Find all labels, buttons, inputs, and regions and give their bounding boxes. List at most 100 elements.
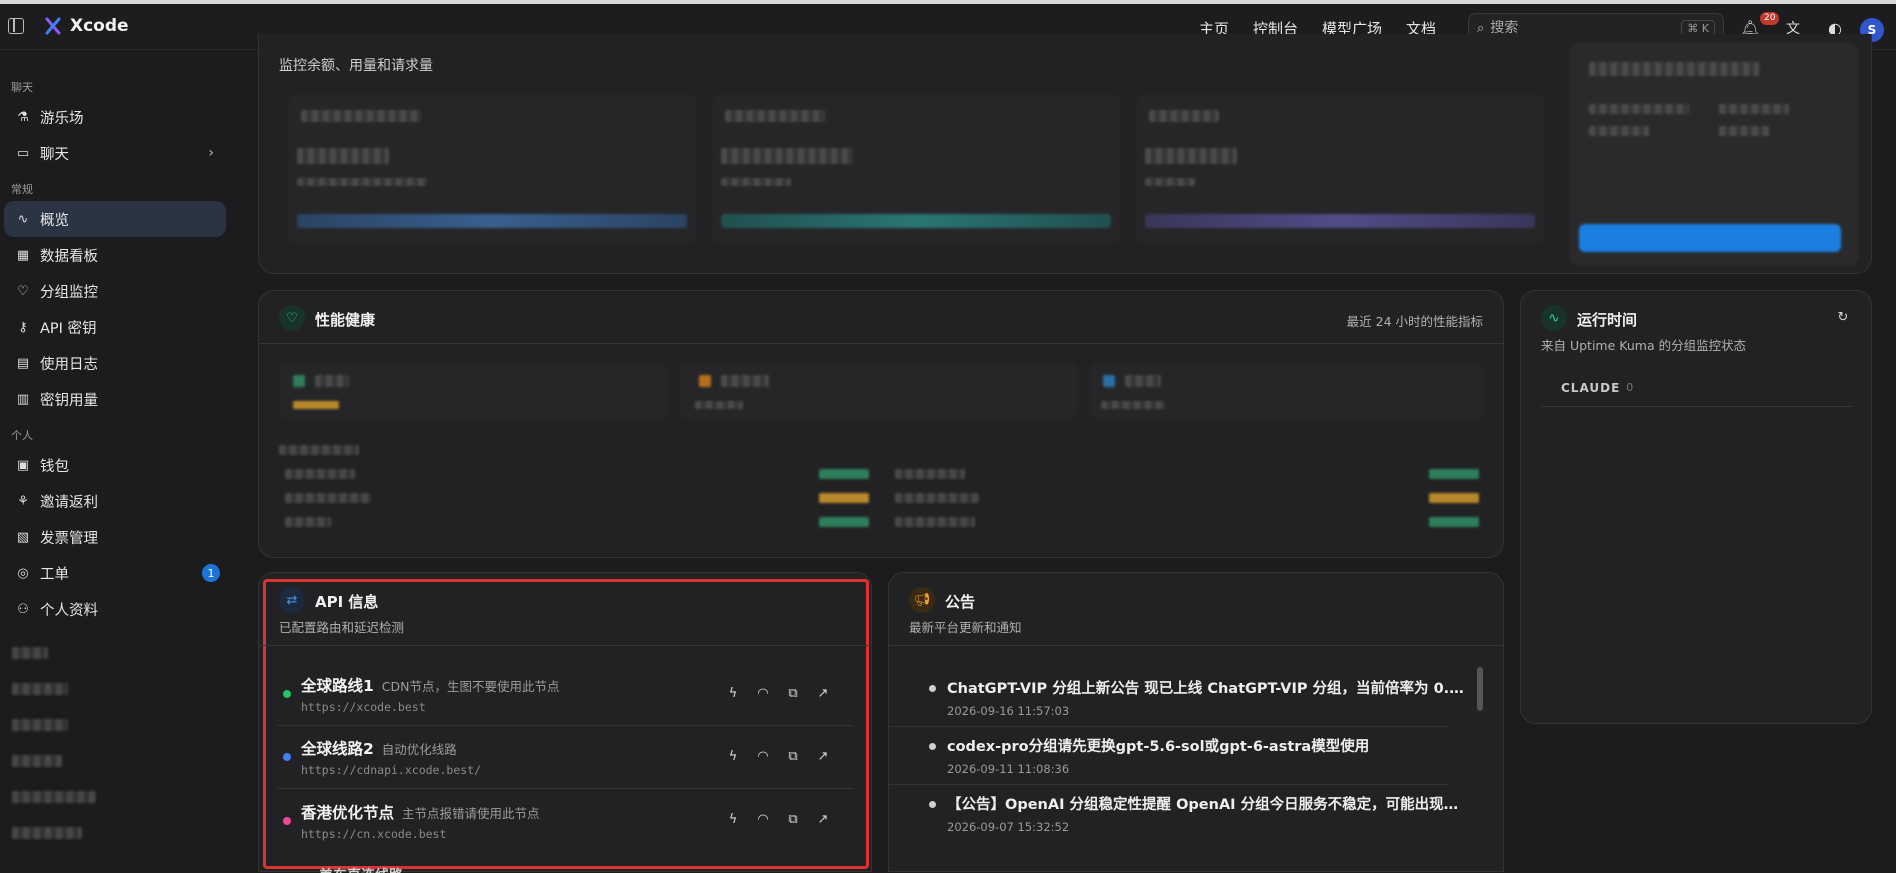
brand[interactable]: Xcode xyxy=(44,16,129,36)
announcement-time: 2026-09-16 11:57:03 xyxy=(947,704,1070,718)
announcement-title: 【公告】OpenAI 分组稳定性提醒 OpenAI 分组今日服务不稳定，可能出现… xyxy=(947,797,1467,813)
sidebar-item-invoices[interactable]: ▧ 发票管理 xyxy=(4,519,226,555)
sidebar-item-referral[interactable]: ⚘ 邀请返利 xyxy=(4,483,226,519)
copy-icon[interactable]: ⧉ xyxy=(785,811,801,827)
uptime-subtitle: 来自 Uptime Kuma 的分组监控状态 xyxy=(1541,338,1747,353)
external-link-icon[interactable]: ↗ xyxy=(815,811,831,827)
route-status-dot xyxy=(283,816,291,825)
route-status-dot xyxy=(283,753,291,761)
blurred-sidebar-item[interactable] xyxy=(0,671,236,707)
sidebar-item-api-keys[interactable]: ⚷ API 密钥 xyxy=(4,309,226,345)
sidebar-item-label: 邀请返利 xyxy=(40,494,98,511)
announcements-card: 📢︎ 公告 最新平台更新和通知 ChatGPT-VIP 分组上新公告 现已上线 … xyxy=(888,572,1504,872)
performance-note: 最近 24 小时的性能指标 xyxy=(1346,314,1483,329)
sidebar-item-label: 发票管理 xyxy=(40,530,98,547)
stats-subtitle: 监控余额、用量和请求量 xyxy=(279,58,433,74)
sidebar-item-group-monitor[interactable]: ♡ 分组监控 xyxy=(4,273,226,309)
bullet-dot xyxy=(929,801,936,808)
sidebar-item-label: 钱包 xyxy=(40,458,69,475)
bullet-dot xyxy=(929,743,936,750)
sidebar-item-label: 数据看板 xyxy=(40,248,98,265)
route-desc: 主节点报错请使用此节点 xyxy=(402,805,540,821)
user-icon: ⚇ xyxy=(17,601,29,617)
sidebar-item-playground[interactable]: ⚗ 游乐场 xyxy=(4,99,226,135)
external-link-icon[interactable]: ↗ xyxy=(815,748,831,764)
performance-title: 性能健康 xyxy=(315,311,376,329)
lightning-icon[interactable]: ϟ xyxy=(725,748,741,764)
announcement-list: ChatGPT-VIP 分组上新公告 现已上线 ChatGPT-VIP 分组，当… xyxy=(889,669,1469,843)
api-info-subtitle: 已配置路由和延迟检测 xyxy=(279,620,405,635)
sidebar-item-label: 游乐场 xyxy=(40,110,84,127)
sidebar-item-label: 密钥用量 xyxy=(40,392,98,409)
route-name: 全球线路2 xyxy=(301,740,374,758)
announcement-item[interactable]: codex-pro分组请先更换gpt-5.6-sol或gpt-6-astra模型… xyxy=(889,727,1449,785)
sidebar-item-label: 概览 xyxy=(40,212,69,229)
stat-tile-1 xyxy=(287,94,697,244)
refresh-icon[interactable]: ↻ xyxy=(1835,309,1851,325)
gauge-icon[interactable]: ◠ xyxy=(755,748,771,764)
megaphone-icon: 📢︎ xyxy=(909,587,935,613)
sidebar-item-label: 个人资料 xyxy=(40,602,98,619)
stats-card: 监控余额、用量和请求量 xyxy=(258,34,1872,274)
sidebar-item-profile[interactable]: ⚇ 个人资料 xyxy=(4,591,226,627)
sidebar-item-label: 工单 xyxy=(40,566,69,583)
announcements-title: 公告 xyxy=(945,593,976,611)
blurred-sidebar-section xyxy=(0,635,236,671)
pulse-icon: ∿ xyxy=(17,211,29,227)
heart-monitor-icon: ♡ xyxy=(17,283,29,299)
copy-icon[interactable]: ⧉ xyxy=(785,748,801,764)
route-url: https://cdnapi.xcode.best/ xyxy=(301,763,482,777)
lightning-icon[interactable]: ϟ xyxy=(725,811,741,827)
sidebar-section-chat: 聊天 xyxy=(11,81,33,94)
chevron-right-icon: › xyxy=(208,145,214,161)
route-row-1[interactable]: 全球路线1 CDN节点，生图不要使用此节点 https://xcode.best … xyxy=(277,663,853,726)
gift-icon: ⚘ xyxy=(17,493,29,509)
sidebar-item-label: 聊天 xyxy=(40,146,69,163)
route-row-3[interactable]: 香港优化节点 主节点报错请使用此节点 https://cn.xcode.best … xyxy=(277,789,853,852)
sidebar-toggle-icon[interactable] xyxy=(8,18,24,34)
balance-panel xyxy=(1569,42,1859,266)
route-status-dot xyxy=(283,690,291,698)
lightning-icon[interactable]: ϟ xyxy=(725,685,741,701)
api-info-title: API 信息 xyxy=(315,593,379,611)
route-url: https://cn.xcode.best xyxy=(301,826,447,841)
sidebar: 聊天 ⚗ 游乐场 ▭ 聊天 › 常规 ∿ 概览 ▦ 数据看板 ♡ 分组监控 ⚷ … xyxy=(0,51,236,872)
announcements-scrollbar[interactable] xyxy=(1477,667,1483,711)
gauge-icon[interactable]: ◠ xyxy=(755,685,771,701)
stat-tile-2 xyxy=(711,94,1121,244)
announcement-item[interactable]: ChatGPT-VIP 分组上新公告 现已上线 ChatGPT-VIP 分组，当… xyxy=(889,669,1467,727)
route-row-2[interactable]: 全球线路2 自动优化线路 https://cdnapi.xcode.best/ ϟ… xyxy=(277,726,853,789)
announcement-item[interactable]: 【公告】OpenAI 分组稳定性提醒 OpenAI 分组今日服务不稳定，可能出现… xyxy=(889,785,1467,843)
sidebar-item-usage-logs[interactable]: ▤ 使用日志 xyxy=(4,345,226,381)
route-desc: 自动优化线路 xyxy=(381,742,457,757)
copy-icon[interactable]: ⧉ xyxy=(785,685,801,701)
route-name: 全球路线1 xyxy=(301,677,374,695)
brand-name: Xcode xyxy=(70,16,129,36)
wallet-icon: ▣ xyxy=(16,457,30,473)
route-list: 全球路线1 CDN节点，生图不要使用此节点 https://xcode.best … xyxy=(259,663,871,852)
blurred-sidebar-item[interactable] xyxy=(0,743,236,779)
sidebar-item-tickets[interactable]: ◎ 工单 1 xyxy=(4,555,226,591)
ticket-count-badge: 1 xyxy=(202,564,220,582)
sidebar-item-wallet[interactable]: ▣ 钱包 xyxy=(4,447,226,483)
sidebar-item-chat[interactable]: ▭ 聊天 › xyxy=(4,135,226,171)
sidebar-item-overview[interactable]: ∿ 概览 xyxy=(4,201,226,237)
route-url: https://xcode.best xyxy=(301,700,426,714)
sidebar-item-dashboard[interactable]: ▦ 数据看板 xyxy=(4,237,226,273)
gauge-icon[interactable]: ◠ xyxy=(755,811,771,827)
uptime-group-count: 0 xyxy=(1626,381,1634,394)
api-info-card: ⇄ API 信息 已配置路由和延迟检测 全球路线1 CDN节点，生图不要使用此节点… xyxy=(258,572,872,873)
uptime-group-claude[interactable]: CLAUDE 0 xyxy=(1541,369,1853,407)
route-desc: CDN节点，生图不要使用此节点 xyxy=(381,679,560,694)
blurred-sidebar-item[interactable] xyxy=(0,815,236,851)
stat-tile-3 xyxy=(1135,94,1545,244)
external-link-icon[interactable]: ↗ xyxy=(815,685,831,701)
blurred-sidebar-item[interactable] xyxy=(0,707,236,743)
announcement-time: 2026-09-11 11:08:36 xyxy=(947,762,1070,776)
chat-icon: ▭ xyxy=(16,145,30,161)
invoice-icon: ▧ xyxy=(16,529,30,545)
sidebar-item-label: 使用日志 xyxy=(40,356,98,373)
sidebar-item-key-usage[interactable]: ▥ 密钥用量 xyxy=(4,381,226,417)
blurred-sidebar-item[interactable] xyxy=(0,779,236,815)
flask-icon: ⚗ xyxy=(17,109,29,125)
